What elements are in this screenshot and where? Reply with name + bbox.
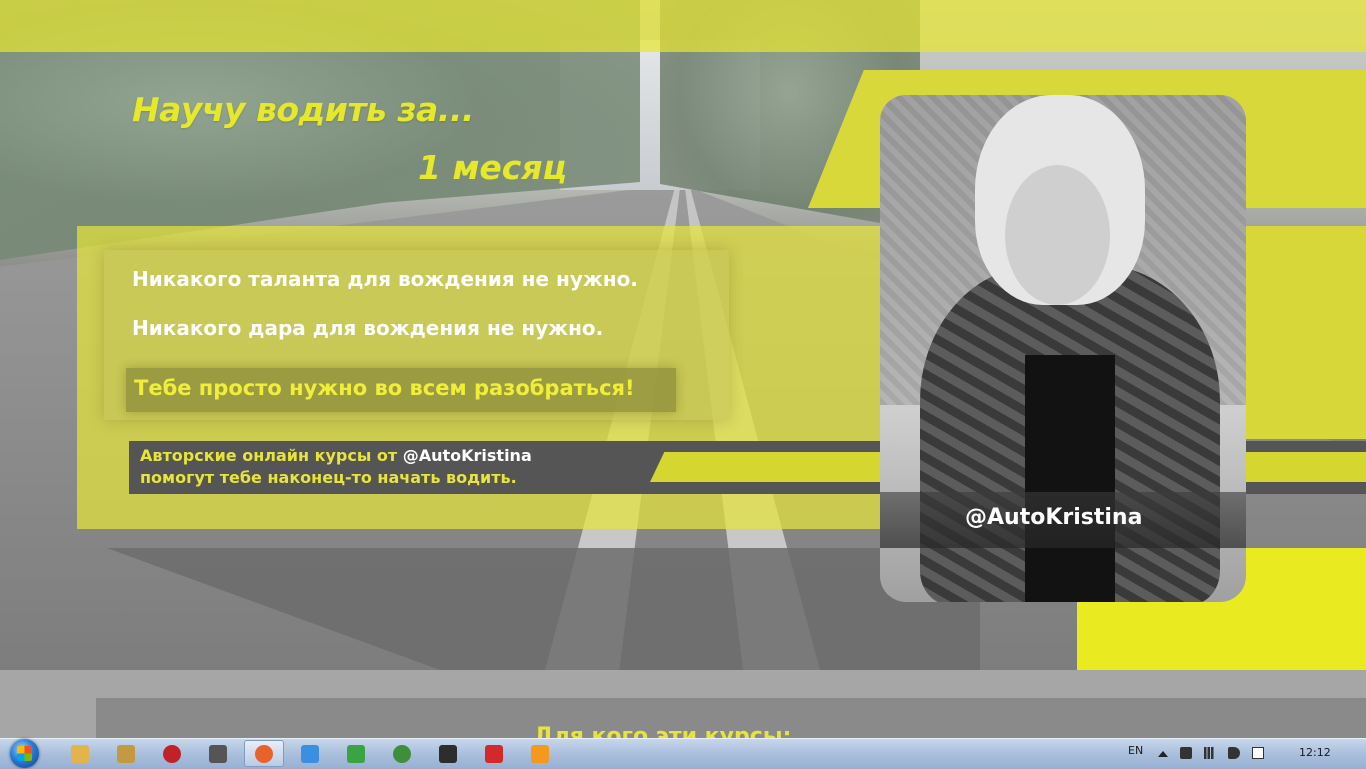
taskbar-button-sublime[interactable]	[520, 740, 560, 767]
taskbar-button-finder[interactable]	[290, 740, 330, 767]
network-signal-icon[interactable]	[1204, 747, 1216, 759]
finder-icon	[301, 744, 319, 763]
download-icon	[347, 744, 365, 763]
taskbar-button-media[interactable]	[152, 740, 192, 767]
yandex-icon	[485, 744, 503, 763]
explorer-icon	[71, 744, 89, 763]
action-center-icon[interactable]	[1252, 747, 1264, 759]
app-icon	[209, 744, 227, 763]
shield-icon	[439, 744, 457, 763]
taskbar-button-firefox[interactable]	[244, 740, 284, 767]
taskbar-button-explorer[interactable]	[60, 740, 100, 767]
taskbar-button-app[interactable]	[198, 740, 238, 767]
top-yellow-band	[0, 0, 1366, 52]
photo-caption[interactable]: @AutoKristina	[965, 505, 1142, 530]
author-handle-link[interactable]: @AutoKristina	[403, 446, 532, 465]
taskbar-button-shield[interactable]	[428, 740, 468, 767]
windows-logo-icon	[17, 746, 32, 761]
hero-headline: Научу водить за...	[132, 90, 474, 129]
cta-text: Тебе просто нужно во всем разобраться!	[134, 376, 635, 400]
taskbar-button-chrome[interactable]	[382, 740, 422, 767]
volume-icon[interactable]	[1228, 747, 1240, 759]
device-icon[interactable]	[1180, 747, 1192, 759]
courses-line-1: Авторские онлайн курсы от @AutoKristina	[140, 446, 532, 465]
start-button[interactable]	[6, 739, 44, 768]
photo-face	[1005, 165, 1110, 305]
courses-strip-end-accent	[1240, 452, 1366, 482]
courses-line-2: помогут тебе наконец-то начать водить.	[140, 468, 517, 487]
taskbar-button-tool[interactable]	[106, 740, 146, 767]
firefox-icon	[255, 744, 273, 763]
courses-line-1-prefix: Авторские онлайн курсы от	[140, 446, 403, 465]
intro-line-talent: Никакого таланта для вождения не нужно.	[132, 267, 638, 291]
card-edge-band	[1240, 226, 1366, 439]
photo-shirt	[1025, 355, 1115, 602]
hero-headline-emphasis: 1 месяц	[418, 148, 568, 187]
language-indicator[interactable]: EN	[1128, 744, 1143, 757]
intro-line-gift: Никакого дара для вождения не нужно.	[132, 316, 604, 340]
taskbar-button-yandex[interactable]	[474, 740, 514, 767]
clock[interactable]: 12:12	[1299, 746, 1331, 759]
taskbar-button-download[interactable]	[336, 740, 376, 767]
tool-icon	[117, 744, 135, 763]
chrome-icon	[393, 744, 411, 763]
show-hidden-icons-icon[interactable]	[1158, 751, 1168, 757]
sublime-icon	[531, 744, 549, 763]
media-icon	[163, 744, 181, 763]
